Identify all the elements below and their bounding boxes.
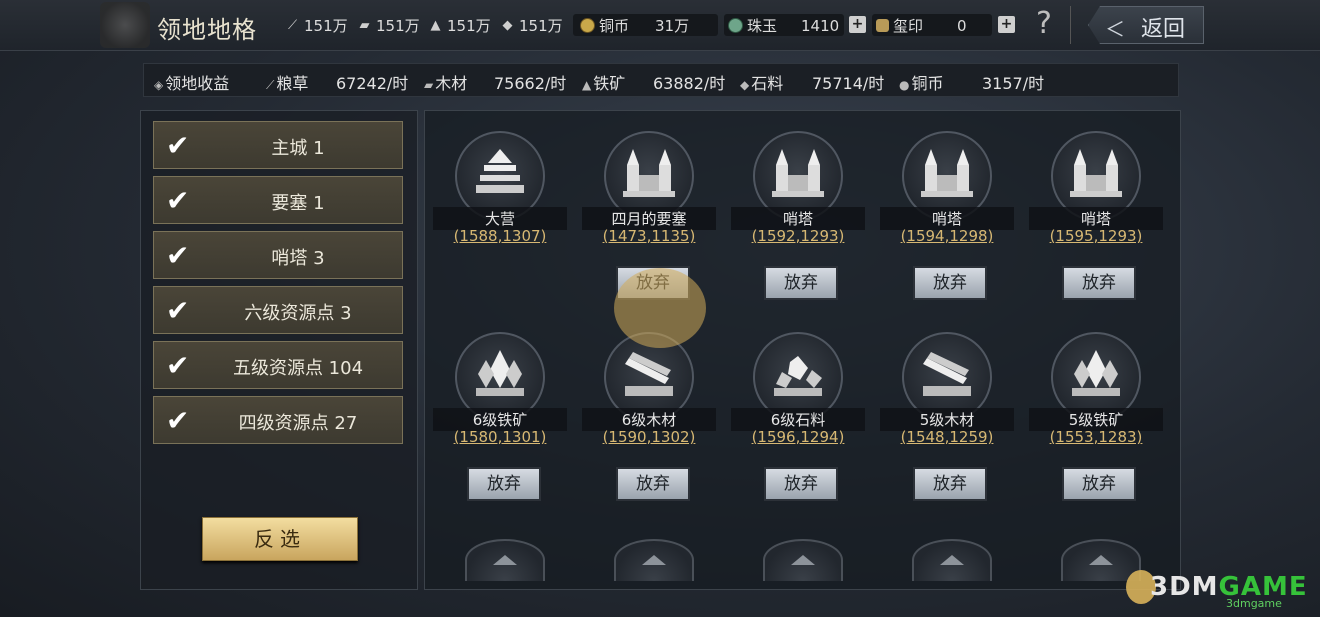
tile-coordinate-link[interactable]: (1595,1293): [1029, 227, 1163, 245]
tile-coordinate-link[interactable]: (1548,1259): [880, 428, 1014, 446]
stone-icon: ◆: [502, 18, 513, 33]
resource-icon: [791, 555, 815, 565]
page-title: 领地地格: [157, 16, 257, 44]
checkbox-checked-icon[interactable]: ✔: [166, 407, 189, 435]
tile-watchtower[interactable]: 哨塔 (1592,1293): [731, 131, 865, 261]
copper-currency: 铜币 31万: [580, 15, 689, 36]
checkbox-checked-icon[interactable]: ✔: [166, 132, 189, 160]
checkbox-checked-icon[interactable]: ✔: [166, 187, 189, 215]
iron-icon: ▲: [430, 18, 441, 33]
copper-coin-icon: [580, 18, 595, 33]
income-grain-label: ⟋ 粮草: [266, 74, 309, 93]
abandon-button[interactable]: 放弃: [1062, 266, 1136, 300]
filter-fortress[interactable]: ✔ 要塞 1: [153, 176, 403, 224]
territory-emblem-icon: [100, 2, 150, 48]
wood-icon: ▰: [359, 18, 370, 33]
abandon-button[interactable]: 放弃: [913, 467, 987, 501]
tile-coordinate-link[interactable]: (1588,1307): [433, 227, 567, 245]
tile-coordinate-link[interactable]: (1580,1301): [433, 428, 567, 446]
filter-panel: ✔ 主城 1 ✔ 要塞 1 ✔ 哨塔 3 ✔ 六级资源点 3 ✔ 五级资源点 1…: [140, 110, 418, 590]
grain-icon: ⟋: [287, 18, 298, 33]
wood-icon: ▰: [424, 78, 434, 92]
income-iron-label: ▲ 铁矿: [582, 74, 626, 93]
tile-resource[interactable]: 5级木材 (1548,1259): [880, 332, 1014, 462]
income-copper-value: 3157/时: [982, 74, 1045, 93]
income-stone-label: ◆ 石料: [740, 74, 784, 93]
add-jade-button[interactable]: +: [849, 16, 866, 33]
filter-watchtower[interactable]: ✔ 哨塔 3: [153, 231, 403, 279]
income-copper-label: ● 铜币: [899, 74, 944, 93]
tile-watchtower[interactable]: 哨塔 (1594,1298): [880, 131, 1014, 261]
tile-resource[interactable]: 6级石料 (1596,1294): [731, 332, 865, 462]
tile-partial[interactable]: [763, 539, 843, 581]
abandon-button[interactable]: 放弃: [616, 467, 690, 501]
tile-partial[interactable]: [465, 539, 545, 581]
resource-icon: [642, 555, 666, 565]
tile-partial[interactable]: [912, 539, 992, 581]
tile-fortress[interactable]: 四月的要塞 (1473,1135): [582, 131, 716, 261]
abandon-button[interactable]: 放弃: [913, 266, 987, 300]
seal-currency: 玺印 0: [876, 15, 967, 36]
income-iron-value: 63882/时: [653, 74, 726, 93]
copper-icon: ●: [899, 78, 910, 92]
filter-level6-resource[interactable]: ✔ 六级资源点 3: [153, 286, 403, 334]
resource-grain: ⟋ 151万: [285, 15, 348, 36]
watermark-sub: 3dmgame: [1226, 597, 1282, 610]
income-wood-label: ▰ 木材: [424, 74, 468, 93]
abandon-button[interactable]: 放弃: [764, 266, 838, 300]
back-arrow-icon: ＜: [1105, 17, 1125, 41]
resource-iron: ▲ 151万: [428, 15, 491, 36]
tile-resource[interactable]: 6级铁矿 (1580,1301): [433, 332, 567, 462]
checkbox-checked-icon[interactable]: ✔: [166, 297, 189, 325]
tile-coordinate-link[interactable]: (1473,1135): [582, 227, 716, 245]
invert-selection-button[interactable]: 反选: [202, 517, 358, 561]
add-seal-button[interactable]: +: [998, 16, 1015, 33]
tile-watchtower[interactable]: 哨塔 (1595,1293): [1029, 131, 1163, 261]
filter-level4-resource[interactable]: ✔ 四级资源点 27: [153, 396, 403, 444]
resource-icon: [940, 555, 964, 565]
tile-partial[interactable]: [614, 539, 694, 581]
seal-icon: [876, 19, 889, 32]
abandon-button[interactable]: 放弃: [764, 467, 838, 501]
back-label: 返回: [1141, 17, 1186, 42]
top-bar: 领地地格 ⟋ 151万 ▰ 151万 ▲ 151万 ◆ 151万 铜币 31万 珠玉 1…: [0, 0, 1320, 51]
iron-icon: ▲: [582, 78, 592, 92]
diamond-icon: ◈: [154, 78, 164, 92]
tile-coordinate-link[interactable]: (1596,1294): [731, 428, 865, 446]
territory-grid: 大营 (1588,1307) 四月的要塞 (1473,1135) 哨塔 (159…: [424, 110, 1181, 590]
divider: [1070, 6, 1071, 44]
income-stone-value: 75714/时: [812, 74, 885, 93]
checkbox-checked-icon[interactable]: ✔: [166, 242, 189, 270]
income-title: ◈ 领地收益: [154, 74, 230, 93]
filter-level5-resource[interactable]: ✔ 五级资源点 104: [153, 341, 403, 389]
filter-main-city[interactable]: ✔ 主城 1: [153, 121, 403, 169]
checkbox-checked-icon[interactable]: ✔: [166, 352, 189, 380]
resource-wood: ▰ 151万: [357, 15, 420, 36]
tile-resource[interactable]: 5级铁矿 (1553,1283): [1029, 332, 1163, 462]
tile-coordinate-link[interactable]: (1594,1298): [880, 227, 1014, 245]
jade-icon: [728, 18, 743, 33]
tile-coordinate-link[interactable]: (1590,1302): [582, 428, 716, 446]
territory-income-bar: ◈ 领地收益 ⟋ 粮草 67242/时 ▰ 木材 75662/时 ▲ 铁矿 63882/…: [143, 63, 1179, 97]
income-grain-value: 67242/时: [336, 74, 409, 93]
resource-icon: [1089, 555, 1113, 565]
income-wood-value: 75662/时: [494, 74, 567, 93]
tile-coordinate-link[interactable]: (1592,1293): [731, 227, 865, 245]
resource-icon: [493, 555, 517, 565]
tile-resource[interactable]: 6级木材 (1590,1302): [582, 332, 716, 462]
stone-icon: ◆: [740, 78, 750, 92]
tile-coordinate-link[interactable]: (1553,1283): [1029, 428, 1163, 446]
abandon-button[interactable]: 放弃: [467, 467, 541, 501]
tile-camp[interactable]: 大营 (1588,1307): [433, 131, 567, 261]
help-icon[interactable]: ?: [1036, 6, 1052, 41]
back-button[interactable]: ＜ 返回: [1088, 6, 1204, 44]
jade-currency: 珠玉 1410: [728, 15, 839, 36]
grain-icon: ⟋: [266, 78, 275, 92]
watermark-mascot-icon: [614, 268, 706, 348]
abandon-button[interactable]: 放弃: [1062, 467, 1136, 501]
resource-stone: ◆ 151万: [500, 15, 563, 36]
